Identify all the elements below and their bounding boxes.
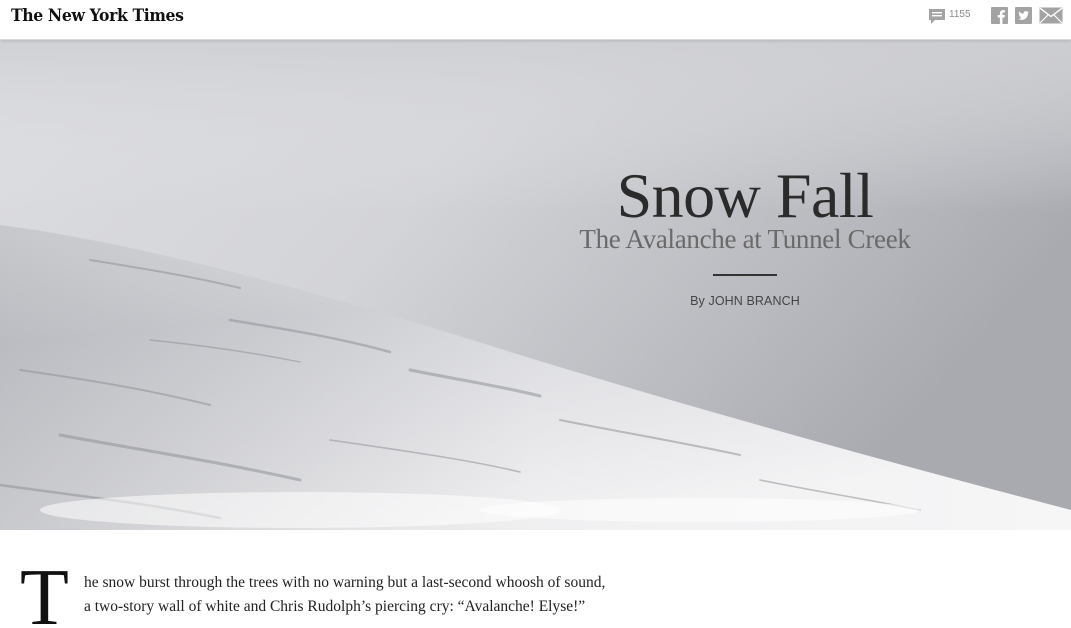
headline-subtitle: The Avalanche at Tunnel Creek [579, 224, 911, 254]
nyt-logo[interactable]: The New York Times [11, 5, 184, 27]
paragraph-line-2: a two-story wall of white and Chris Rudo… [84, 598, 586, 615]
drop-cap: T [20, 554, 69, 628]
comments-button[interactable]: 1155 [928, 7, 971, 27]
byline[interactable]: By JOHN BRANCH [560, 294, 930, 308]
facebook-icon[interactable] [991, 7, 1008, 24]
speech-bubble-icon [929, 9, 945, 24]
top-bar: The New York Times 1155 [0, 0, 1071, 40]
twitter-icon[interactable] [1015, 7, 1032, 24]
article-paragraph: he snow burst through the trees with no … [84, 571, 664, 619]
headline-title: Snow Fall [616, 160, 874, 231]
email-icon[interactable] [1039, 7, 1063, 24]
hero-image: Snow Fall The Avalanche at Tunnel Creek … [0, 40, 1071, 530]
title-divider [713, 274, 777, 276]
headline-block: Snow Fall The Avalanche at Tunnel Creek … [560, 160, 930, 308]
article-body: T he snow burst through the trees with n… [0, 530, 1071, 628]
comment-count: 1155 [949, 8, 971, 20]
paragraph-line-1: he snow burst through the trees with no … [84, 574, 606, 591]
